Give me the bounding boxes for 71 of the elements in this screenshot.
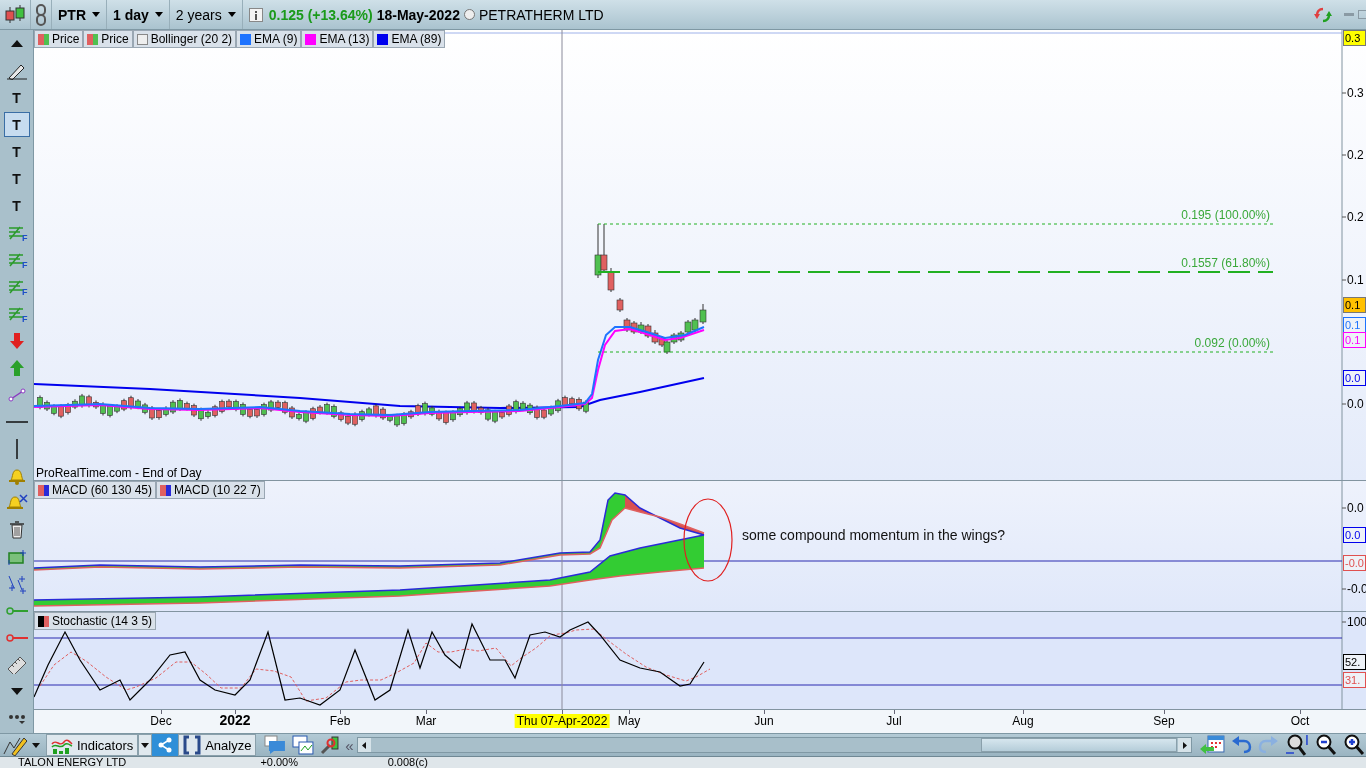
price-marker: 0.1 xyxy=(1343,297,1366,313)
drawing-tool[interactable]: T xyxy=(3,112,30,137)
indicator-legend[interactable]: MACD (60 130 45) xyxy=(34,481,157,499)
value-label: 52. xyxy=(1343,654,1366,670)
axis-date-label: Aug xyxy=(1012,714,1034,729)
data-source-label: ProRealTime.com - End of Day xyxy=(36,466,202,480)
analyze-button[interactable]: Analyze xyxy=(178,734,257,756)
axis-tick-label: 0.2 xyxy=(1341,148,1364,162)
axis-tick-label: 0.1 xyxy=(1341,273,1364,287)
indicator-legend[interactable]: Bollinger (20 2) xyxy=(132,30,237,48)
value-label: 0.1 xyxy=(1343,317,1366,333)
axis-date-label: May xyxy=(617,714,641,729)
drawing-tool[interactable]: F xyxy=(3,220,30,245)
axis-tick-label: 0.0 xyxy=(1341,397,1364,411)
fibonacci-level-label: 0.1557 (61.80%) xyxy=(1181,256,1270,270)
text-tool-glyph: T xyxy=(12,116,21,133)
indicators-button[interactable]: Indicators xyxy=(45,734,139,756)
watchlist-change: +0.00% xyxy=(259,757,298,768)
drawing-tool[interactable]: F xyxy=(3,301,30,326)
axis-date-label: Mar xyxy=(415,714,437,729)
value-label: 0.1 xyxy=(1343,332,1366,348)
drawing-tool[interactable]: T xyxy=(3,139,30,164)
axis-date-label: 2022 xyxy=(219,712,251,729)
price-marker: 0.3 xyxy=(1343,30,1366,46)
range-dropdown[interactable]: 2 years xyxy=(169,0,243,29)
axis-tick-label: 100 xyxy=(1341,615,1366,629)
drawing-tool[interactable]: T xyxy=(3,193,30,218)
drawing-tool[interactable]: T xyxy=(3,85,30,110)
drawing-tool[interactable]: T xyxy=(3,166,30,191)
text-tool-glyph: T xyxy=(12,197,21,214)
value-label: 0.0 xyxy=(1343,370,1366,386)
value-label: 31. xyxy=(1343,672,1366,688)
axis-date-label: Sep xyxy=(1153,714,1175,729)
price-change: 0.125 (+13.64%) xyxy=(268,6,373,23)
cursor-date-label: Thu 07-Apr-2022 xyxy=(514,714,610,729)
indicator-legend[interactable]: EMA (89) xyxy=(373,30,446,48)
quote-date: 18-May-2022 xyxy=(376,6,460,23)
axis-date-label: Dec xyxy=(150,714,172,729)
indicator-legend[interactable]: Price xyxy=(83,30,133,48)
fibonacci-glyph: F xyxy=(22,260,28,270)
symbol-dropdown[interactable]: PTR xyxy=(52,0,107,29)
interval-dropdown[interactable]: 1 day xyxy=(107,0,170,29)
annotation-text[interactable]: some compound momentum in the wings? xyxy=(742,527,1006,543)
watchlist-price: 0.008(c) xyxy=(386,757,428,768)
company-name: PETRATHERM LTD xyxy=(478,6,604,23)
axis-tick-label: 0.3 xyxy=(1341,86,1364,100)
fibonacci-glyph: F xyxy=(22,314,28,324)
fibonacci-level-label: 0.092 (0.00%) xyxy=(1194,336,1270,350)
indicator-legend[interactable]: Stochastic (14 3 5) xyxy=(34,612,157,630)
indicator-legend[interactable]: EMA (9) xyxy=(236,30,302,48)
text-tool-glyph: T xyxy=(12,170,21,187)
indicator-legend[interactable]: EMA (13) xyxy=(301,30,374,48)
watchlist-name: TALON ENERGY LTD xyxy=(18,757,128,768)
fibonacci-glyph: F xyxy=(22,233,28,243)
axis-date-label: Feb xyxy=(329,714,351,729)
value-label: -0.0 xyxy=(1343,555,1366,571)
axis-tick-label: 0.2 xyxy=(1341,210,1364,224)
axis-date-label: Jul xyxy=(886,714,902,729)
collapse-button[interactable]: « xyxy=(342,736,357,754)
value-label: 0.0 xyxy=(1343,527,1366,543)
fibonacci-level-label: 0.195 (100.00%) xyxy=(1181,208,1270,222)
drawing-tool[interactable]: F xyxy=(3,274,30,299)
text-tool-glyph: T xyxy=(12,89,21,106)
indicator-legend[interactable]: MACD (10 22 7) xyxy=(156,481,265,499)
indicator-legend[interactable]: Price xyxy=(34,30,84,48)
axis-tick-label: 0.0 xyxy=(1341,501,1364,515)
drawing-tool[interactable]: F xyxy=(3,247,30,272)
axis-date-label: Oct xyxy=(1290,714,1310,729)
fibonacci-glyph: F xyxy=(22,287,28,297)
axis-date-label: Jun xyxy=(754,714,774,729)
text-tool-glyph: T xyxy=(12,143,21,160)
